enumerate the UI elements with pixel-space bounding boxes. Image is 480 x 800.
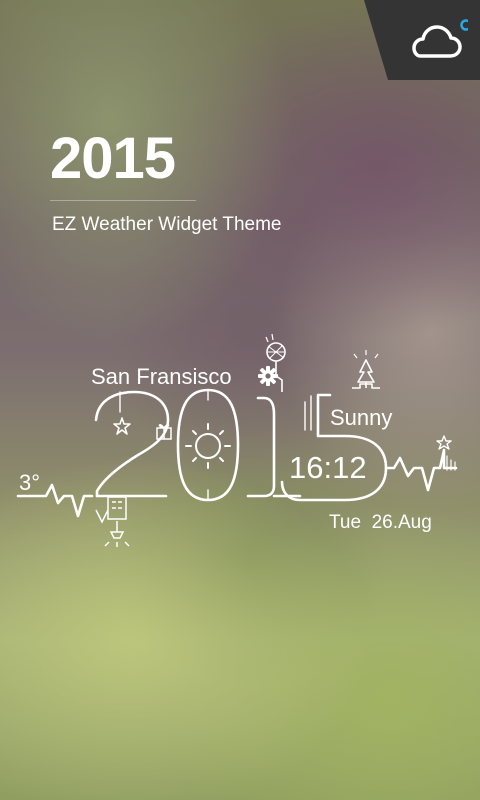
digit-two-outline — [94, 390, 170, 498]
sun-icon — [185, 423, 231, 469]
weather-clock-widget[interactable]: San Fransisco Sunny 3° 16:12 Tue 26.Aug — [0, 330, 480, 560]
settings-gear-icon[interactable] — [258, 366, 278, 386]
cloud-icon — [412, 19, 468, 58]
temperature-label: 3° — [19, 470, 40, 495]
gift-box-icon — [156, 424, 172, 440]
digit-one-outline — [246, 396, 276, 498]
city-building-icon — [95, 496, 130, 547]
star-ornament-icon — [113, 417, 131, 435]
headline-year: 2015 — [50, 126, 176, 191]
time-label[interactable]: 16:12 — [289, 450, 367, 485]
headline-divider — [50, 200, 196, 201]
small-star-icon — [436, 435, 452, 450]
city-label[interactable]: San Fransisco — [91, 364, 232, 389]
date-label: Tue 26.Aug — [329, 512, 432, 533]
tree-icon — [352, 350, 380, 389]
condition-pulse-line — [384, 448, 458, 492]
condition-label: Sunny — [330, 405, 392, 430]
theme-title: EZ Weather Widget Theme — [52, 214, 282, 235]
